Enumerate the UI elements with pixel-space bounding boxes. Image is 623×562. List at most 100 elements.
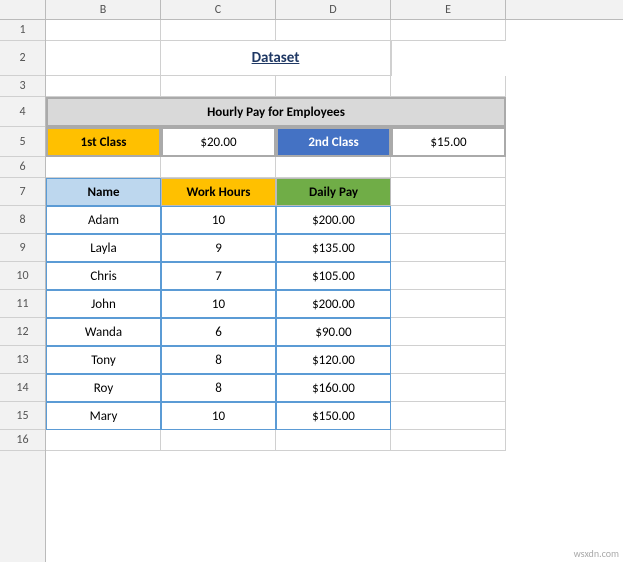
cell-e2[interactable] (391, 41, 392, 76)
corner-cell (0, 0, 46, 19)
row-header-2: 2 (0, 41, 45, 76)
cell-e9[interactable] (391, 234, 506, 262)
row-headers: 1 2 3 4 5 6 7 8 9 10 11 12 13 14 15 16 (0, 20, 46, 562)
row-3 (46, 76, 623, 97)
cell-e12[interactable] (391, 318, 506, 346)
grid-body: 1 2 3 4 5 6 7 8 9 10 11 12 13 14 15 16 (0, 20, 623, 562)
cell-e7[interactable] (391, 178, 506, 206)
header-pay: Daily Pay (276, 178, 391, 206)
cell-e8[interactable] (391, 206, 506, 234)
row-header-13: 13 (0, 346, 45, 374)
data-hours-6[interactable]: 8 (161, 374, 276, 402)
data-hours-3[interactable]: 10 (161, 290, 276, 318)
second-class-value[interactable]: $15.00 (391, 127, 506, 157)
row-7: Name Work Hours Daily Pay (46, 178, 623, 206)
data-hours-7[interactable]: 10 (161, 402, 276, 430)
first-class-label[interactable]: 1st Class (46, 127, 161, 157)
data-name-2[interactable]: Chris (46, 262, 161, 290)
row-header-11: 11 (0, 290, 45, 318)
row-1 (46, 20, 623, 41)
row-16 (46, 430, 623, 451)
cell-e11[interactable] (391, 290, 506, 318)
cell-e14[interactable] (391, 374, 506, 402)
data-pay-1[interactable]: $135.00 (276, 234, 391, 262)
data-name-5[interactable]: Tony (46, 346, 161, 374)
row-header-6: 6 (0, 157, 45, 178)
data-hours-1[interactable]: 9 (161, 234, 276, 262)
data-name-0[interactable]: Adam (46, 206, 161, 234)
data-name-6[interactable]: Roy (46, 374, 161, 402)
row-header-1: 1 (0, 20, 45, 41)
cell-e16[interactable] (391, 430, 506, 451)
row-header-4: 4 (0, 97, 45, 127)
dataset-title: Dataset (161, 41, 391, 76)
data-name-4[interactable]: Wanda (46, 318, 161, 346)
data-pay-6[interactable]: $160.00 (276, 374, 391, 402)
row-header-3: 3 (0, 76, 45, 97)
row-14: Roy 8 $160.00 (46, 374, 623, 402)
first-class-value[interactable]: $20.00 (161, 127, 276, 157)
cell-b2[interactable] (46, 41, 161, 76)
cell-e13[interactable] (391, 346, 506, 374)
watermark: wsxdn.com (574, 547, 619, 560)
row-12: Wanda 6 $90.00 (46, 318, 623, 346)
spreadsheet: B C D E 1 2 3 4 5 6 7 8 9 10 11 12 13 14… (0, 0, 623, 562)
cell-e1[interactable] (391, 20, 506, 41)
row-4: Hourly Pay for Employees (46, 97, 623, 127)
hourly-pay-header: Hourly Pay for Employees (46, 97, 506, 127)
cell-c3[interactable] (161, 76, 276, 97)
cell-c6[interactable] (161, 157, 276, 178)
cell-c1[interactable] (161, 20, 276, 41)
row-8: Adam 10 $200.00 (46, 206, 623, 234)
cell-e3[interactable] (391, 76, 506, 97)
col-header-b: B (46, 0, 161, 19)
data-hours-2[interactable]: 7 (161, 262, 276, 290)
data-pay-7[interactable]: $150.00 (276, 402, 391, 430)
grid-content: Dataset Hourly Pay for Employees 1st Cla… (46, 20, 623, 562)
col-header-d: D (276, 0, 391, 19)
data-hours-5[interactable]: 8 (161, 346, 276, 374)
row-header-15: 15 (0, 402, 45, 430)
cell-b1[interactable] (46, 20, 161, 41)
row-13: Tony 8 $120.00 (46, 346, 623, 374)
cell-e15[interactable] (391, 402, 506, 430)
data-name-3[interactable]: John (46, 290, 161, 318)
row-header-10: 10 (0, 262, 45, 290)
data-hours-0[interactable]: 10 (161, 206, 276, 234)
row-5: 1st Class $20.00 2nd Class $15.00 (46, 127, 623, 157)
cell-b6[interactable] (46, 157, 161, 178)
row-9: Layla 9 $135.00 (46, 234, 623, 262)
cell-d1[interactable] (276, 20, 391, 41)
cell-b16[interactable] (46, 430, 161, 451)
col-header-e: E (391, 0, 506, 19)
row-header-9: 9 (0, 234, 45, 262)
data-pay-2[interactable]: $105.00 (276, 262, 391, 290)
cell-e10[interactable] (391, 262, 506, 290)
cell-d16[interactable] (276, 430, 391, 451)
header-name: Name (46, 178, 161, 206)
column-headers: B C D E (0, 0, 623, 20)
row-11: John 10 $200.00 (46, 290, 623, 318)
row-header-5: 5 (0, 127, 45, 157)
second-class-label[interactable]: 2nd Class (276, 127, 391, 157)
data-name-1[interactable]: Layla (46, 234, 161, 262)
row-header-14: 14 (0, 374, 45, 402)
data-pay-4[interactable]: $90.00 (276, 318, 391, 346)
cell-d6[interactable] (276, 157, 391, 178)
row-10: Chris 7 $105.00 (46, 262, 623, 290)
data-pay-3[interactable]: $200.00 (276, 290, 391, 318)
cell-e6[interactable] (391, 157, 506, 178)
row-2: Dataset (46, 41, 623, 76)
data-name-7[interactable]: Mary (46, 402, 161, 430)
data-hours-4[interactable]: 6 (161, 318, 276, 346)
row-6 (46, 157, 623, 178)
row-15: Mary 10 $150.00 (46, 402, 623, 430)
cell-b3[interactable] (46, 76, 161, 97)
header-hours: Work Hours (161, 178, 276, 206)
row-header-7: 7 (0, 178, 45, 206)
data-pay-0[interactable]: $200.00 (276, 206, 391, 234)
data-pay-5[interactable]: $120.00 (276, 346, 391, 374)
cell-d3[interactable] (276, 76, 391, 97)
row-header-12: 12 (0, 318, 45, 346)
cell-c16[interactable] (161, 430, 276, 451)
